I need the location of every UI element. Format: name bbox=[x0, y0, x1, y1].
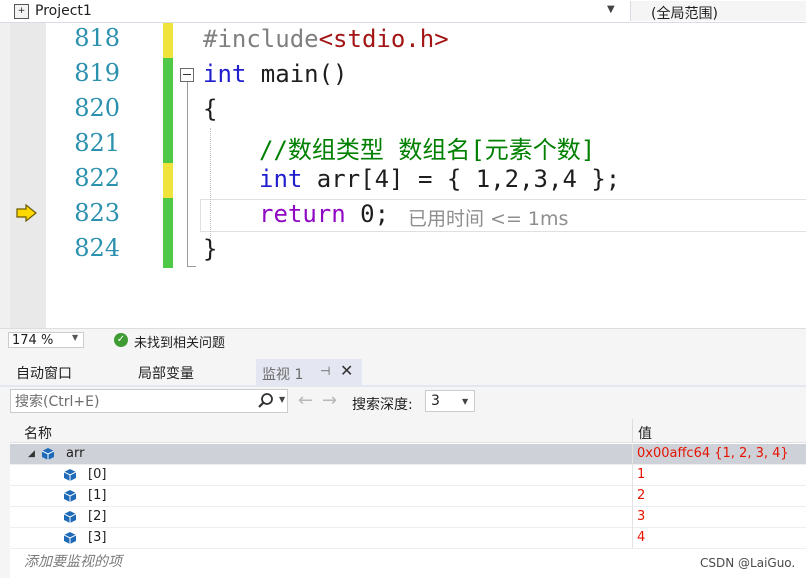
indicator-margin[interactable] bbox=[10, 23, 46, 328]
current-statement-arrow-icon bbox=[16, 204, 37, 222]
watch-row-value[interactable]: 2 bbox=[637, 488, 645, 503]
column-header-value[interactable]: 值 bbox=[638, 423, 652, 443]
include-path: <stdio.h> bbox=[318, 25, 449, 53]
code-line-818[interactable]: #include<stdio.h> bbox=[203, 25, 449, 53]
keyword-token: int bbox=[203, 60, 247, 88]
change-marker bbox=[163, 233, 173, 268]
project-icon: + bbox=[14, 4, 29, 19]
line-number: 823 bbox=[74, 199, 120, 227]
change-marker bbox=[163, 93, 173, 128]
line-number: 824 bbox=[74, 234, 120, 262]
change-marker bbox=[163, 163, 173, 198]
chevron-down-icon: ▼ bbox=[607, 4, 615, 15]
indent-guide bbox=[210, 128, 211, 238]
editor-left-edge bbox=[0, 23, 10, 328]
watch-row[interactable]: [1] 2 bbox=[10, 486, 806, 507]
watch-row-name: [3] bbox=[88, 530, 107, 545]
line-number: 818 bbox=[74, 24, 120, 52]
line-number: 819 bbox=[74, 59, 120, 87]
watch-row-name: [2] bbox=[88, 509, 107, 524]
expand-triangle-icon[interactable]: ◢ bbox=[28, 449, 35, 459]
watch-row-name: arr bbox=[66, 446, 85, 461]
watch-row-value[interactable]: 4 bbox=[637, 530, 645, 545]
variable-cube-icon bbox=[42, 448, 54, 460]
scope-label: (全局范围) bbox=[651, 6, 718, 22]
row-splitter bbox=[632, 465, 633, 486]
navigation-bar: + Project1 ▼ (全局范围) bbox=[0, 0, 806, 23]
code-line-822[interactable]: int arr[4] = { 1,2,3,4 }; bbox=[259, 165, 620, 193]
watch-row-value[interactable]: 0x00affc64 {1, 2, 3, 4} bbox=[637, 446, 789, 461]
outline-guide bbox=[187, 82, 188, 267]
check-circle-icon: ✓ bbox=[114, 333, 128, 347]
project-dropdown[interactable]: + Project1 ▼ bbox=[10, 1, 622, 21]
editor-status-bar: 174 % ▼ ✓ 未找到相关问题 bbox=[0, 328, 806, 351]
code-text: 0; bbox=[345, 200, 390, 228]
add-watch-item[interactable]: 添加要监视的项 bbox=[24, 551, 122, 571]
chevron-down-icon: ▼ bbox=[72, 333, 79, 342]
code-line-821-comment[interactable]: //数组类型 数组名[元素个数] bbox=[259, 130, 595, 165]
watermark: CSDN @LaiGuo. bbox=[700, 556, 796, 570]
row-splitter bbox=[632, 486, 633, 507]
variable-cube-icon bbox=[64, 469, 76, 481]
watch-row[interactable]: [0] 1 bbox=[10, 465, 806, 486]
variable-cube-icon bbox=[64, 490, 76, 502]
watch-row-value[interactable]: 3 bbox=[637, 509, 645, 524]
issues-status[interactable]: 未找到相关问题 bbox=[134, 332, 225, 351]
code-line-820[interactable]: { bbox=[203, 95, 217, 123]
scope-dropdown[interactable]: (全局范围) bbox=[630, 1, 806, 22]
return-keyword: return bbox=[259, 200, 346, 228]
code-line-823[interactable]: return 0; bbox=[259, 200, 389, 228]
code-text: arr[4] = { 1,2,3,4 }; bbox=[302, 165, 621, 193]
line-number: 820 bbox=[74, 94, 120, 122]
code-text: main() bbox=[246, 60, 348, 88]
change-marker bbox=[163, 58, 173, 93]
watch-row[interactable]: [2] 3 bbox=[10, 507, 806, 528]
watch-row[interactable]: [3] 4 bbox=[10, 528, 806, 549]
perf-tip-elapsed-time[interactable]: 已用时间 <= 1ms bbox=[408, 204, 568, 231]
change-marker bbox=[163, 198, 173, 233]
preprocessor-token: #include bbox=[203, 25, 319, 53]
watch-row-name: [1] bbox=[88, 488, 107, 503]
change-marker bbox=[163, 128, 173, 163]
column-header-name[interactable]: 名称 bbox=[24, 423, 52, 443]
change-marker bbox=[163, 23, 173, 58]
project-name: Project1 bbox=[35, 3, 92, 19]
keyword-token: int bbox=[259, 165, 303, 193]
row-splitter bbox=[632, 507, 633, 528]
variable-cube-icon bbox=[64, 532, 76, 544]
row-splitter bbox=[632, 444, 633, 465]
variable-cube-icon bbox=[64, 511, 76, 523]
outline-guide-end bbox=[187, 266, 196, 267]
watch-grid: 名称 值 ◢ arr 0x00affc64 {1, 2, 3, 4} [0] 1… bbox=[0, 351, 806, 578]
code-editor[interactable]: 818 819 820 821 822 823 824 #include<std… bbox=[0, 23, 806, 328]
watch-row[interactable]: ◢ arr 0x00affc64 {1, 2, 3, 4} bbox=[10, 444, 806, 465]
line-number: 821 bbox=[74, 129, 120, 157]
collapse-toggle-icon[interactable] bbox=[180, 68, 194, 82]
code-line-819[interactable]: int main() bbox=[203, 60, 348, 88]
watch-row-name: [0] bbox=[88, 467, 107, 482]
row-splitter bbox=[632, 528, 633, 549]
line-number: 822 bbox=[74, 164, 120, 192]
watch-grid-header: 名称 值 bbox=[10, 419, 806, 443]
column-splitter[interactable] bbox=[632, 419, 633, 442]
watch-row-value[interactable]: 1 bbox=[637, 467, 645, 482]
code-line-824[interactable]: } bbox=[203, 235, 217, 263]
